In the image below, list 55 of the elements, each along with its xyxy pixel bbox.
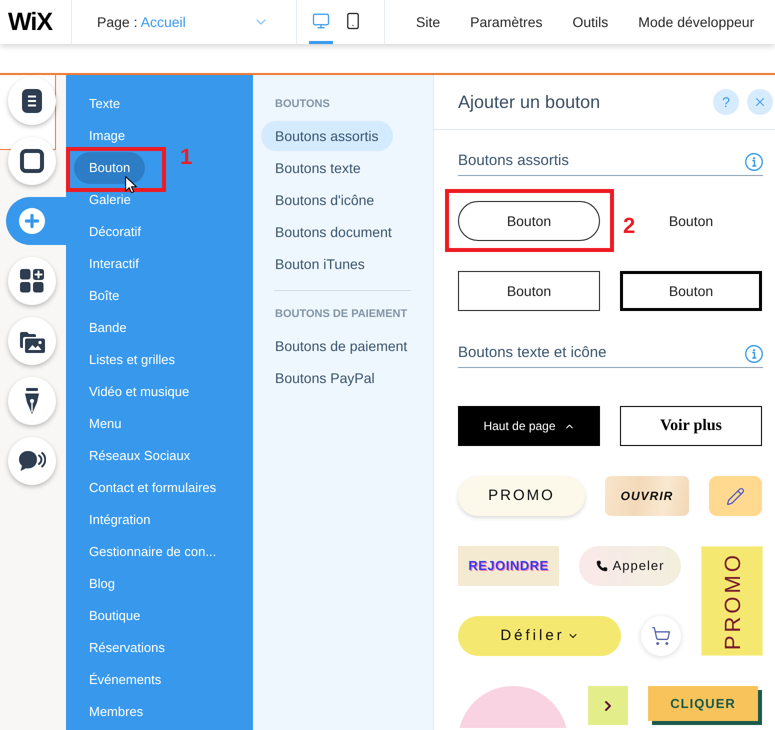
pen-nib-icon (22, 388, 42, 414)
logo[interactable]: WiX (8, 10, 52, 34)
folder-image-icon (19, 330, 45, 352)
vertical-promo-button[interactable]: PROMO (701, 546, 763, 656)
phone-icon (344, 12, 362, 30)
tool-button[interactable] (8, 137, 56, 185)
step-number: 1 (180, 146, 192, 168)
tool-button[interactable] (8, 257, 56, 305)
section-title: Boutons texte et icône (458, 343, 606, 364)
call-button[interactable]: Appeler (579, 546, 681, 586)
info-icon[interactable] (745, 152, 763, 170)
grid-plus-icon (20, 269, 44, 293)
subcategory-item[interactable]: Boutons assortis (261, 121, 392, 151)
tool-tab[interactable] (6, 197, 66, 245)
top-nav-link[interactable]: Outils (572, 12, 608, 32)
tool-button[interactable] (8, 377, 56, 425)
thick-outlined-button[interactable]: Bouton (620, 271, 762, 311)
cursor-icon (125, 176, 137, 193)
step-number: 2 (623, 215, 636, 237)
info-icon[interactable] (745, 344, 763, 362)
category-item[interactable]: Bouton (74, 152, 146, 184)
subcategory-item[interactable]: Boutons d'icône (261, 185, 388, 215)
top-nav-link[interactable]: Mode développeur (638, 12, 754, 32)
close-icon (753, 95, 767, 109)
top-nav-link[interactable]: Site (416, 12, 440, 32)
join-button[interactable]: REJOINDRE (458, 546, 559, 586)
cart-icon (651, 626, 671, 646)
section-heading: BOUTONS (274, 96, 330, 112)
speech-bubble-icon (18, 450, 46, 472)
scroll-button[interactable]: Défiler (458, 616, 621, 656)
section-heading: BOUTONS DE PAIEMENT (274, 306, 408, 322)
promo-button[interactable]: PROMO (458, 476, 585, 516)
pencil-icon (726, 486, 745, 506)
cart-button[interactable] (641, 616, 681, 656)
subcategory-item[interactable]: Boutons de paiement (261, 331, 422, 361)
section-title: Boutons assortis (458, 151, 569, 172)
phone-icon (596, 560, 608, 572)
document-icon (22, 89, 42, 113)
subcategory-item[interactable]: Boutons document (261, 217, 406, 247)
outlined-pill-button[interactable]: Bouton (458, 201, 600, 241)
open-button[interactable]: OUVRIR (605, 476, 689, 516)
tool-button[interactable] (8, 437, 56, 485)
subcategory-item[interactable]: Boutons PayPal (261, 363, 389, 393)
monitor-icon (312, 12, 330, 30)
top-nav-link[interactable]: Paramètres (470, 12, 542, 32)
icon-button[interactable] (709, 476, 762, 516)
subcategory-item[interactable]: Boutons texte (261, 153, 375, 183)
outlined-button[interactable]: Bouton (458, 271, 600, 311)
see-more-button[interactable]: Voir plus (620, 406, 762, 446)
panel-title: Ajouter un bouton (458, 90, 602, 114)
subcategory-item[interactable]: Bouton iTunes (261, 249, 379, 279)
plus-icon (19, 208, 45, 234)
tool-button[interactable] (8, 317, 56, 365)
square-icon (20, 149, 44, 173)
back-to-top-button[interactable]: Haut de page (458, 406, 600, 446)
